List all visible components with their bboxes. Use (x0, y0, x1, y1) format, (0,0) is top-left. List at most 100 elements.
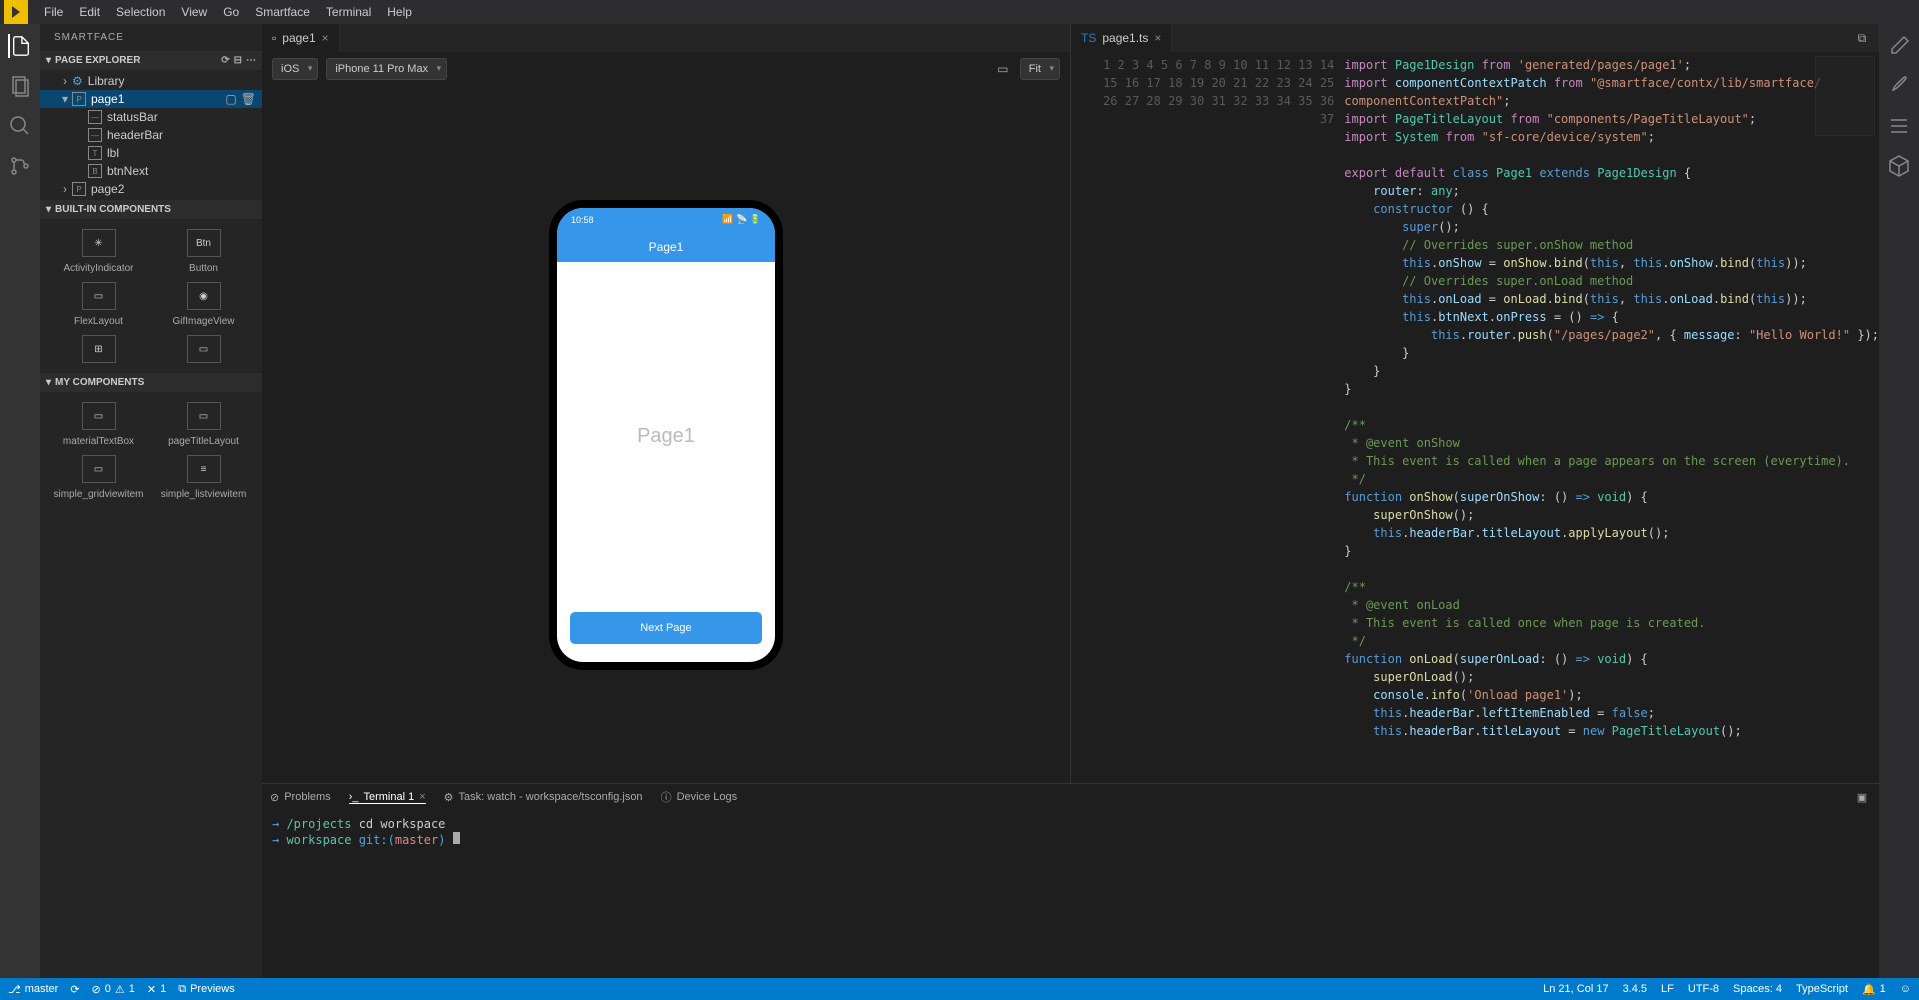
comp-pagetitlelayout[interactable]: ▭pageTitleLayout (155, 402, 252, 447)
term-path: /projects (286, 817, 351, 831)
tree-statusbar[interactable]: —statusBar (40, 108, 262, 126)
comp-more1[interactable]: ⊞ (50, 335, 147, 363)
feedback-icon[interactable]: ☺ (1900, 983, 1911, 996)
collapse-icon[interactable]: ⊟ (234, 55, 242, 66)
package-icon[interactable] (1887, 154, 1911, 178)
close-icon[interactable]: × (322, 31, 329, 45)
menu-bar: File Edit Selection View Go Smartface Te… (0, 0, 1919, 24)
xmarks-item[interactable]: ✕1 (147, 983, 166, 996)
comp-activityindicator[interactable]: ✳ActivityIndicator (50, 229, 147, 274)
terminal-body[interactable]: → /projects cd workspace → workspace git… (262, 810, 1879, 978)
errors-item[interactable]: ⊘0 ⚠1 (92, 983, 135, 996)
phone-status-bar[interactable]: 10:58 📶 📡 🔋 (557, 208, 775, 232)
tab-devicelogs[interactable]: ⓘDevice Logs (661, 789, 738, 805)
section-label: PAGE EXPLORER (55, 55, 140, 66)
phone-frame: 10:58 📶 📡 🔋 Page1 Page1 Next Page (549, 200, 783, 670)
menu-help[interactable]: Help (379, 2, 420, 22)
split-icon[interactable]: ⧉ (1853, 29, 1871, 47)
comp-materialtextbox[interactable]: ▭materialTextBox (50, 402, 147, 447)
smartface-logo (4, 0, 28, 24)
sidebar: SMARTFACE ▾ PAGE EXPLORER ⟳ ⊟ ⋯ ›⚙Librar… (40, 24, 262, 978)
tab-terminal[interactable]: ›_Terminal 1× (349, 791, 426, 804)
delete-icon[interactable]: 🗑 (241, 92, 256, 106)
menu-smartface[interactable]: Smartface (247, 2, 318, 22)
phone-header-bar[interactable]: Page1 (557, 232, 775, 262)
comp-simplelist[interactable]: ≡simple_listviewitem (155, 455, 252, 500)
phone-screen: 10:58 📶 📡 🔋 Page1 Page1 Next Page (557, 208, 775, 662)
menu-go[interactable]: Go (215, 2, 247, 22)
close-icon[interactable]: × (419, 791, 425, 803)
code-area[interactable]: import Page1Design from 'generated/pages… (1344, 52, 1879, 783)
search-icon[interactable] (8, 114, 32, 138)
activity-bar (0, 24, 40, 978)
branch-item[interactable]: ⎇master (8, 983, 58, 996)
term-arrow: → (272, 833, 286, 847)
comp-simplegrid[interactable]: ▭simple_gridviewitem (50, 455, 147, 500)
files-icon[interactable] (8, 74, 32, 98)
designer-canvas: 10:58 📶 📡 🔋 Page1 Page1 Next Page (262, 86, 1070, 783)
tree-btnnext[interactable]: BbtnNext (40, 162, 262, 180)
responsive-icon[interactable]: ▭ (994, 60, 1012, 78)
term-arrow: → (272, 817, 286, 831)
link-icon: ⧉ (178, 983, 186, 996)
tab-problems[interactable]: ⊘Problems (270, 791, 331, 804)
minimap[interactable] (1815, 56, 1875, 136)
menu-view[interactable]: View (173, 2, 215, 22)
next-page-button[interactable]: Next Page (570, 612, 762, 644)
section-label: BUILT-IN COMPONENTS (55, 204, 171, 215)
designer-panel: ▫ page1 × iOS iPhone 11 Pro Max ▭ Fit (262, 24, 1071, 783)
language[interactable]: TypeScript (1796, 983, 1848, 996)
term-path: workspace (286, 833, 351, 847)
chevron-down-icon: ▾ (46, 204, 51, 215)
editor-body[interactable]: 1 2 3 4 5 6 7 8 9 10 11 12 13 14 15 16 1… (1071, 52, 1879, 783)
editor-tab[interactable]: TS page1.ts × (1071, 24, 1172, 52)
tree-page2[interactable]: ›Ppage2 (40, 180, 262, 198)
source-control-icon[interactable] (8, 154, 32, 178)
sidebar-title: SMARTFACE (40, 24, 262, 51)
designer-toolbar: iOS iPhone 11 Pro Max ▭ Fit (262, 52, 1070, 86)
comp-flexlayout[interactable]: ▭FlexLayout (50, 282, 147, 327)
os-select[interactable]: iOS (272, 58, 318, 80)
tree-headerbar[interactable]: —headerBar (40, 126, 262, 144)
device-select[interactable]: iPhone 11 Pro Max (326, 58, 447, 80)
comp-gifimageview[interactable]: ◉GifImageView (155, 282, 252, 327)
tab-task[interactable]: ⚙Task: watch - workspace/tsconfig.json (444, 791, 643, 804)
refresh-icon[interactable]: ⟳ (221, 55, 229, 66)
comp-more2[interactable]: ▭ (155, 335, 252, 363)
list-icon[interactable] (1887, 114, 1911, 138)
cursor-pos[interactable]: Ln 21, Col 17 (1543, 983, 1608, 996)
menu-terminal[interactable]: Terminal (318, 2, 379, 22)
edit-icon[interactable]: ▢ (225, 92, 236, 106)
sync-item[interactable]: ⟳ (70, 983, 79, 996)
comp-button[interactable]: BtnButton (155, 229, 252, 274)
menu-selection[interactable]: Selection (108, 2, 173, 22)
bell-item[interactable]: 🔔1 (1862, 983, 1886, 996)
page-label[interactable]: Page1 (637, 262, 695, 612)
page-explorer-header[interactable]: ▾ PAGE EXPLORER ⟳ ⊟ ⋯ (40, 51, 262, 70)
zoom-select[interactable]: Fit (1020, 58, 1060, 80)
designer-tab[interactable]: ▫ page1 × (262, 24, 340, 52)
tree-library[interactable]: ›⚙Library (40, 72, 262, 90)
edit-designer-icon[interactable] (1887, 34, 1911, 58)
gear-icon: ⚙ (444, 791, 454, 804)
builtin-header[interactable]: ▾ BUILT-IN COMPONENTS (40, 200, 262, 219)
menu-edit[interactable]: Edit (71, 2, 108, 22)
tree-page1[interactable]: ▾Ppage1▢🗑 (40, 90, 262, 108)
page-explorer-icon[interactable] (8, 34, 32, 58)
close-icon[interactable]: × (1154, 31, 1161, 45)
encoding[interactable]: UTF-8 (1688, 983, 1719, 996)
previews-item[interactable]: ⧉Previews (178, 983, 234, 996)
chevron-down-icon: ▾ (46, 377, 51, 388)
editor-panel: TS page1.ts × ⧉ 1 2 3 4 5 6 7 8 9 10 11 … (1071, 24, 1879, 783)
version[interactable]: 3.4.5 (1623, 983, 1647, 996)
menu-file[interactable]: File (36, 2, 71, 22)
tree-lbl[interactable]: Tlbl (40, 144, 262, 162)
panel-layout-icon[interactable]: ▣ (1853, 788, 1871, 806)
mycomp-header[interactable]: ▾ MY COMPONENTS (40, 373, 262, 392)
brush-icon[interactable] (1887, 74, 1911, 98)
spaces[interactable]: Spaces: 4 (1733, 983, 1782, 996)
more-icon[interactable]: ⋯ (246, 55, 256, 66)
term-cmd: cd workspace (351, 817, 445, 831)
eol[interactable]: LF (1661, 983, 1674, 996)
warning-icon: ⚠ (115, 983, 125, 996)
